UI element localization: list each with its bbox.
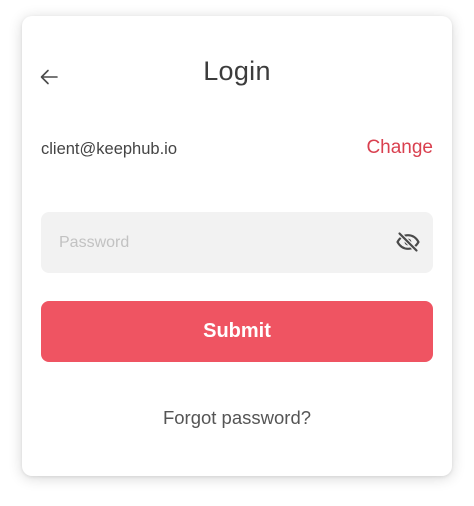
forgot-password-link[interactable]: Forgot password?: [22, 407, 452, 429]
toggle-password-visibility-button[interactable]: [396, 230, 420, 254]
password-input[interactable]: [41, 212, 381, 273]
page-title: Login: [203, 56, 271, 86]
account-email: client@keephub.io: [41, 140, 178, 158]
login-card: Login client@keephub.io Change Submit Fo…: [22, 16, 452, 476]
password-field-container: [41, 212, 433, 273]
change-account-link[interactable]: Change: [366, 137, 433, 159]
submit-button[interactable]: Submit: [41, 301, 433, 362]
eye-off-icon: [396, 231, 420, 253]
